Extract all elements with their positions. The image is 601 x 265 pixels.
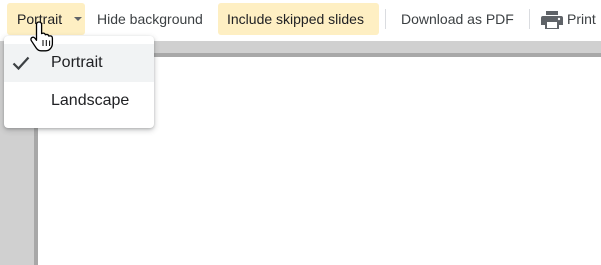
menu-item-landscape[interactable]: Landscape [4, 82, 154, 120]
download-pdf-label: Download as PDF [401, 11, 514, 27]
print-label: Print [567, 11, 596, 27]
include-skipped-slides-button[interactable]: Include skipped slides [218, 3, 379, 35]
include-skipped-slides-label: Include skipped slides [227, 11, 364, 27]
print-preview-window: Portrait Hide background Include skipped… [0, 0, 601, 265]
chevron-down-icon [74, 17, 82, 21]
hide-background-label: Hide background [97, 11, 203, 27]
orientation-menu: Portrait Landscape [4, 36, 154, 128]
hide-background-button[interactable]: Hide background [90, 3, 212, 35]
printer-icon [541, 11, 563, 29]
toolbar-divider [385, 9, 386, 29]
print-settings-toolbar: Portrait Hide background Include skipped… [0, 0, 601, 38]
menu-item-label: Landscape [51, 92, 130, 109]
download-pdf-button[interactable]: Download as PDF [393, 3, 523, 35]
menu-item-portrait[interactable]: Portrait [4, 44, 154, 82]
hand-pointer-cursor [30, 21, 54, 52]
checkmark-icon [12, 56, 30, 71]
toolbar-divider [529, 9, 530, 29]
print-button[interactable]: Print [535, 3, 601, 35]
